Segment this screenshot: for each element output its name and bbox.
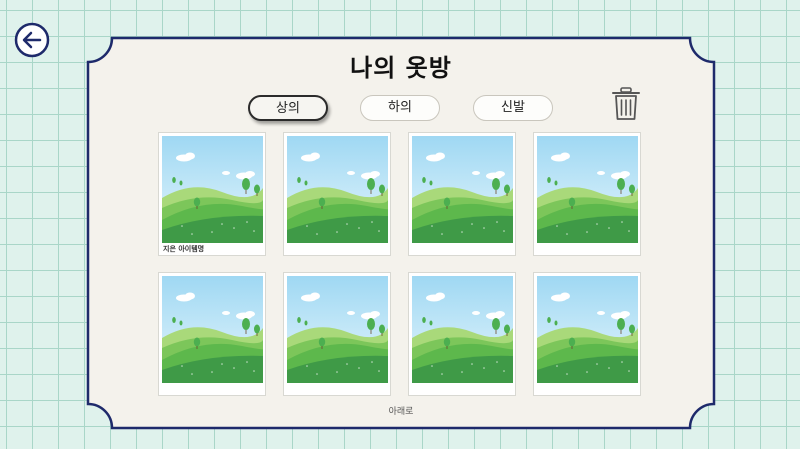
closet-item-card[interactable] — [408, 272, 520, 396]
item-name-label: 지은 아이템명 — [163, 245, 205, 253]
arrow-left-circle-icon — [14, 22, 50, 58]
landscape-image — [287, 136, 395, 243]
closet-item-card[interactable] — [533, 272, 645, 396]
closet-item-card[interactable] — [283, 132, 395, 256]
closet-item-card[interactable] — [533, 132, 645, 256]
landscape-image — [162, 136, 270, 243]
scroll-down-button[interactable]: 아래로 — [86, 404, 716, 417]
landscape-image — [537, 276, 645, 383]
landscape-image — [412, 276, 520, 383]
tab-bottoms[interactable]: 하의 — [360, 95, 440, 121]
closet-item-card[interactable]: 지은 아이템명 — [158, 132, 270, 256]
closet-panel: 나의 옷방 상의 하의 신발 지은 아이템명 아래로 — [86, 36, 716, 430]
back-button[interactable] — [14, 22, 50, 58]
landscape-image — [287, 276, 395, 383]
landscape-image — [162, 276, 270, 383]
landscape-image — [412, 136, 520, 243]
landscape-image — [537, 136, 645, 243]
tab-tops[interactable]: 상의 — [248, 95, 328, 121]
tab-shoes[interactable]: 신발 — [473, 95, 553, 121]
closet-item-card[interactable] — [283, 272, 395, 396]
trash-button[interactable] — [610, 86, 642, 122]
closet-item-card[interactable] — [408, 132, 520, 256]
trash-icon — [612, 87, 640, 120]
page-title: 나의 옷방 — [350, 54, 452, 82]
closet-item-card[interactable] — [158, 272, 270, 396]
